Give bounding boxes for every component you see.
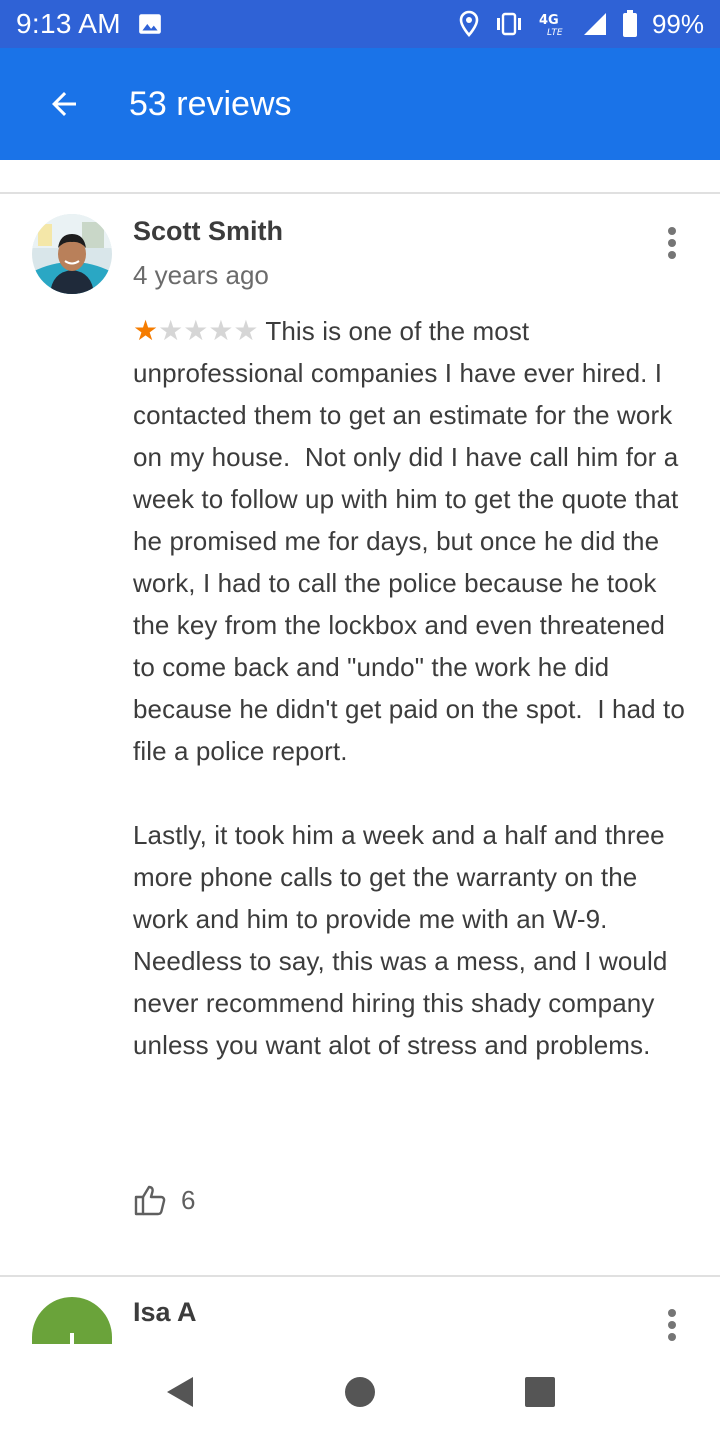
signal-icon <box>582 11 608 37</box>
battery-icon <box>622 10 638 38</box>
svg-text:4G: 4G <box>539 13 559 28</box>
star-empty-icon: ★★★★ <box>158 315 259 346</box>
like-count: 6 <box>181 1184 196 1215</box>
square-recents-icon <box>525 1377 555 1407</box>
back-button[interactable] <box>32 72 96 136</box>
image-notification-icon <box>137 11 163 37</box>
avatar[interactable] <box>32 1297 112 1344</box>
more-vert-icon <box>666 1308 678 1342</box>
status-time: 9:13 AM <box>16 8 121 39</box>
nav-home-button[interactable] <box>336 1368 384 1416</box>
more-vert-icon <box>666 226 678 260</box>
star-rating: ★★★★★ <box>133 315 259 346</box>
svg-text:LTE: LTE <box>547 28 563 37</box>
page-title: 53 reviews <box>129 84 292 123</box>
system-nav-bar <box>0 1344 720 1440</box>
review-author[interactable]: Scott Smith <box>133 216 283 247</box>
more-options-button[interactable] <box>652 1301 692 1349</box>
like-row: 6 <box>133 1184 195 1216</box>
battery-percent: 99% <box>651 8 704 39</box>
vibrate-icon <box>494 12 524 36</box>
network-4g-lte-icon: 4G LTE <box>538 11 568 37</box>
review-text-block: ★★★★★ This is one of the most unprofessi… <box>133 310 693 1066</box>
app-bar: 53 reviews <box>0 48 720 160</box>
avatar[interactable] <box>32 214 112 294</box>
nav-recents-button[interactable] <box>516 1368 564 1416</box>
status-bar: 9:13 AM 4G LTE 99% <box>0 0 720 48</box>
divider <box>0 192 720 194</box>
review-date: 4 years ago <box>133 260 269 290</box>
nav-back-button[interactable] <box>156 1368 204 1416</box>
location-icon <box>458 10 480 38</box>
review-text: This is one of the most unprofessional c… <box>133 316 685 1060</box>
triangle-back-icon <box>165 1375 195 1409</box>
more-options-button[interactable] <box>652 219 692 267</box>
circle-home-icon <box>344 1376 376 1408</box>
arrow-back-icon <box>46 86 82 122</box>
thumb-up-icon[interactable] <box>133 1184 167 1216</box>
divider <box>0 1275 720 1277</box>
star-filled-icon: ★ <box>133 315 159 346</box>
review-author[interactable]: Isa A <box>133 1297 197 1328</box>
